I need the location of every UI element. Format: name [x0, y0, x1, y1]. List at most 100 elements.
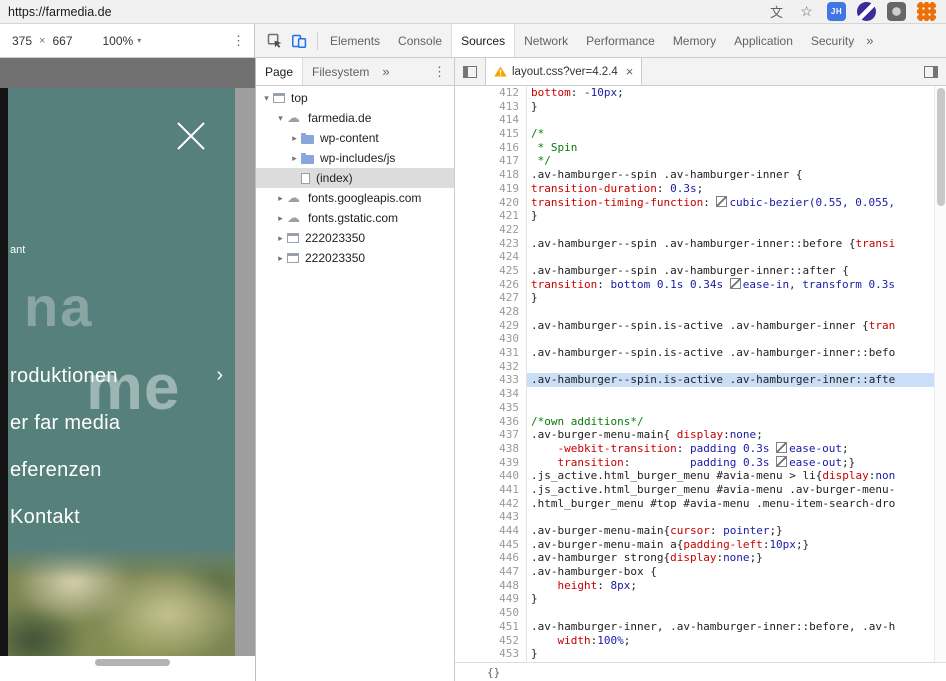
- line-number[interactable]: 419: [455, 181, 527, 196]
- line-number[interactable]: 434: [455, 387, 527, 401]
- editor-scrollbar-track[interactable]: [934, 86, 946, 662]
- line-number[interactable]: 444: [455, 524, 527, 538]
- code-line-439[interactable]: 439 transition: padding 0.3s ease-out;}: [455, 455, 934, 470]
- line-number[interactable]: 430: [455, 332, 527, 347]
- code-line-421[interactable]: 421}: [455, 209, 934, 223]
- line-number[interactable]: 447: [455, 565, 527, 579]
- code-text[interactable]: /*own additions*/: [527, 415, 934, 429]
- device-width-input[interactable]: 375: [12, 34, 32, 48]
- menu-item-eferenzen[interactable]: eferenzen: [10, 447, 120, 494]
- chevron-right-icon[interactable]: ▸: [274, 253, 287, 264]
- tree-item-wp-includes-js[interactable]: ▸ wp-includes/js: [256, 148, 454, 168]
- star-icon[interactable]: ☆: [797, 2, 816, 21]
- line-number[interactable]: 442: [455, 496, 527, 511]
- code-line-427[interactable]: 427}: [455, 291, 934, 305]
- code-text[interactable]: [527, 360, 934, 374]
- bezier-swatch-icon[interactable]: [716, 195, 728, 207]
- chevron-right-icon[interactable]: ▸: [274, 193, 287, 204]
- code-line-453[interactable]: 453}: [455, 647, 934, 661]
- tree-item-222023350[interactable]: ▸ 222023350: [256, 248, 454, 268]
- code-text[interactable]: }: [527, 647, 934, 661]
- code-line-429[interactable]: 429 .av-hamburger--spin.is-active .av-ham…: [455, 318, 934, 333]
- line-number[interactable]: 422: [455, 222, 527, 237]
- code-line-433[interactable]: 433 .av-hamburger--spin.is-active .av-ham…: [455, 373, 934, 388]
- code-text[interactable]: .av-hamburger--spin .av-hamburger-inner …: [527, 168, 934, 182]
- code-editor[interactable]: 412 bottom: -10px; 413} 414 415/* 416 * Spin 4…: [455, 86, 934, 662]
- line-number[interactable]: 438: [455, 441, 527, 456]
- device-toolbar-menu-icon[interactable]: ⋮: [232, 33, 245, 49]
- close-menu-button[interactable]: [173, 118, 209, 154]
- submenu-chevron-icon[interactable]: ›: [216, 364, 223, 387]
- line-number[interactable]: 429: [455, 318, 527, 333]
- code-text[interactable]: height: 8px;: [527, 579, 934, 593]
- code-line-445[interactable]: 445 .av-burger-menu-main a{padding-left:1…: [455, 537, 934, 552]
- line-number[interactable]: 421: [455, 209, 527, 223]
- code-text[interactable]: [527, 606, 934, 620]
- tab-console[interactable]: Console: [389, 24, 451, 57]
- line-number[interactable]: 416: [455, 140, 527, 155]
- code-text[interactable]: .av-hamburger--spin.is-active .av-hambur…: [527, 346, 934, 360]
- menu-item-er-far-media[interactable]: er far media: [10, 400, 120, 447]
- line-number[interactable]: 451: [455, 619, 527, 634]
- code-text[interactable]: transition: bottom 0.1s 0.34s ease-in, t…: [527, 277, 934, 292]
- tree-item-top[interactable]: ▾ top: [256, 88, 454, 108]
- code-line-416[interactable]: 416 * Spin: [455, 140, 934, 155]
- extension-icon-jh[interactable]: JH: [827, 2, 846, 21]
- code-text[interactable]: .av-hamburger-inner, .av-hamburger-inner…: [527, 620, 934, 634]
- tree-item-index[interactable]: (index): [256, 168, 454, 188]
- code-text[interactable]: .av-hamburger--spin.is-active .av-hambur…: [527, 319, 934, 333]
- code-text[interactable]: .av-hamburger--spin .av-hamburger-inner:…: [527, 264, 934, 278]
- tab-elements[interactable]: Elements: [321, 24, 389, 57]
- code-line-413[interactable]: 413}: [455, 99, 934, 114]
- extension-icon-purple[interactable]: [857, 2, 876, 21]
- code-line-437[interactable]: 437 .av-burger-menu-main{ display:none;: [455, 428, 934, 442]
- code-line-424[interactable]: 424: [455, 250, 934, 264]
- code-line-441[interactable]: 441 .js_active.html_burger_menu #avia-men…: [455, 482, 934, 497]
- code-text[interactable]: transition-timing-function: cubic-bezier…: [527, 195, 934, 210]
- pretty-print-button[interactable]: {}: [487, 666, 500, 679]
- code-line-438[interactable]: 438 -webkit-transition: padding 0.3s eas…: [455, 441, 934, 456]
- code-line-452[interactable]: 452 width:100%;: [455, 633, 934, 648]
- bezier-swatch-icon[interactable]: [729, 277, 741, 289]
- tab-page[interactable]: Page: [256, 58, 304, 85]
- code-line-422[interactable]: 422: [455, 222, 934, 237]
- code-line-448[interactable]: 448 height: 8px;: [455, 578, 934, 593]
- line-number[interactable]: 445: [455, 537, 527, 552]
- code-line-442[interactable]: 442 .html_burger_menu #top #avia-menu .me…: [455, 496, 934, 511]
- code-text[interactable]: .av-burger-menu-main a{padding-left:10px…: [527, 538, 934, 552]
- line-number[interactable]: 432: [455, 359, 527, 374]
- line-number[interactable]: 450: [455, 606, 527, 620]
- code-text[interactable]: .av-burger-menu-main{cursor: pointer;}: [527, 524, 934, 538]
- editor-scrollbar-thumb[interactable]: [937, 88, 945, 206]
- code-line-447[interactable]: 447 .av-hamburger-box {: [455, 565, 934, 579]
- line-number[interactable]: 446: [455, 551, 527, 566]
- line-number[interactable]: 448: [455, 578, 527, 593]
- code-text[interactable]: [527, 223, 934, 237]
- extension-icon-orange[interactable]: [917, 2, 936, 21]
- code-text[interactable]: [527, 305, 934, 319]
- browser-address-bar[interactable]: https://farmedia.de 文 ☆ JH: [0, 0, 946, 24]
- show-drawer-button[interactable]: [916, 58, 946, 85]
- code-line-417[interactable]: 417 */: [455, 154, 934, 169]
- extension-icon-gray[interactable]: [887, 2, 906, 21]
- code-text[interactable]: }: [527, 209, 934, 223]
- line-number[interactable]: 427: [455, 291, 527, 305]
- code-line-436[interactable]: 436/*own additions*/: [455, 414, 934, 429]
- code-text[interactable]: .av-hamburger--spin.is-active .av-hambur…: [527, 373, 934, 388]
- line-number[interactable]: 414: [455, 113, 527, 128]
- chevron-right-icon[interactable]: ▸: [274, 213, 287, 224]
- code-text[interactable]: * Spin: [527, 141, 934, 155]
- code-text[interactable]: .av-hamburger--spin .av-hamburger-inner:…: [527, 237, 934, 251]
- sidebar-menu-icon[interactable]: ⋮: [433, 64, 446, 80]
- menu-item-kontakt[interactable]: Kontakt: [10, 494, 120, 541]
- close-tab-icon[interactable]: ×: [626, 65, 634, 78]
- tab-sources[interactable]: Sources: [451, 24, 516, 57]
- code-text[interactable]: /*: [527, 127, 934, 141]
- code-text[interactable]: .html_burger_menu #top #avia-menu .menu-…: [527, 497, 934, 511]
- code-text[interactable]: bottom: -10px;: [527, 86, 934, 100]
- device-height-input[interactable]: 667: [52, 34, 72, 48]
- code-text[interactable]: transition-duration: 0.3s;: [527, 182, 934, 196]
- code-line-419[interactable]: 419 transition-duration: 0.3s;: [455, 181, 934, 196]
- menu-item-roduktionen[interactable]: roduktionen: [10, 353, 120, 400]
- line-number[interactable]: 452: [455, 633, 527, 648]
